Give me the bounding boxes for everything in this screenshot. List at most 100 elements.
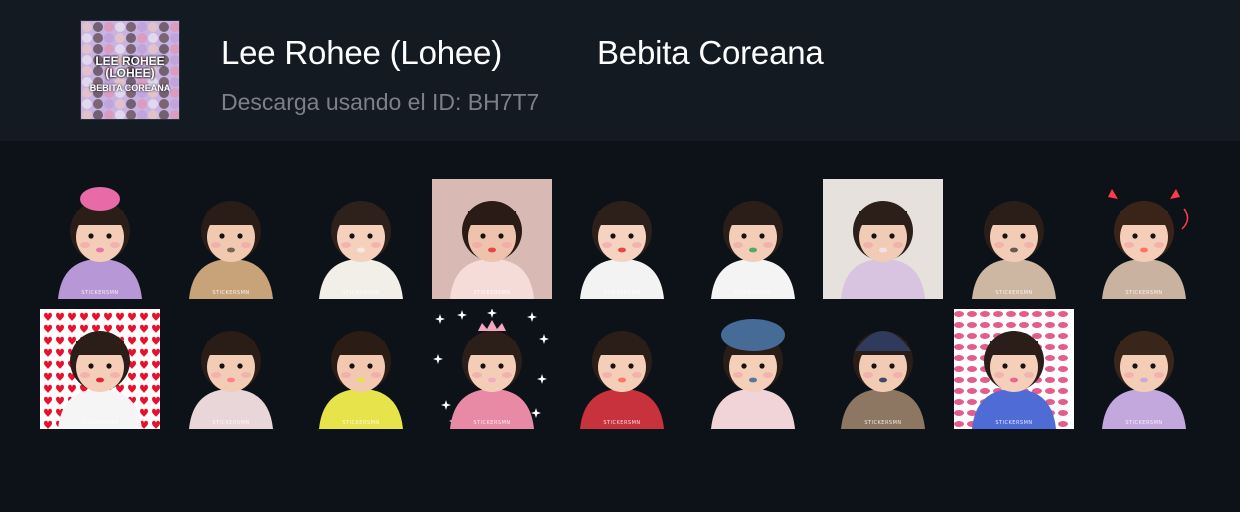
sticker-18-image <box>1102 331 1186 429</box>
sticker-5[interactable]: STICKERSMN <box>562 179 682 299</box>
thumbnail-mosaic-cell <box>115 110 125 119</box>
sticker-12[interactable]: STICKERSMN <box>301 309 421 429</box>
thumbnail-mosaic-cell <box>170 44 179 54</box>
sticker-watermark: STICKERSMN <box>81 290 119 296</box>
sticker-watermark: STICKERSMN <box>1125 290 1163 296</box>
sticker-8[interactable]: STICKERSMN <box>954 179 1074 299</box>
thumbnail-mosaic-cell <box>148 33 158 43</box>
thumbnail-mosaic-cell <box>104 110 114 119</box>
sticker-5-image <box>580 201 664 299</box>
sticker-watermark: STICKERSMN <box>212 290 250 296</box>
sticker-17-image <box>954 309 1074 429</box>
thumbnail-mosaic-cell <box>93 44 103 54</box>
thumbnail-mosaic-cell <box>104 44 114 54</box>
sticker-watermark: STICKERSMN <box>864 420 902 426</box>
sticker-6[interactable]: STICKERSMN <box>693 179 813 299</box>
thumbnail-mosaic-cell <box>126 110 136 119</box>
download-id-hint: Descarga usando el ID: BH7T7 <box>221 89 540 115</box>
thumbnail-mosaic-cell <box>126 99 136 109</box>
thumbnail-mosaic-cell <box>137 22 147 32</box>
sticker-16-image <box>841 331 925 429</box>
sticker-3-image <box>319 201 403 299</box>
thumbnail-mosaic-cell <box>148 110 158 119</box>
thumbnail-mosaic-cell <box>170 33 179 43</box>
thumbnail-mosaic-cell <box>148 99 158 109</box>
thumbnail-mosaic-cell <box>126 22 136 32</box>
thumbnail-mosaic-cell <box>170 99 179 109</box>
sticker-17[interactable]: STICKERSMN <box>954 309 1074 429</box>
sticker-18[interactable]: STICKERSMN <box>1084 309 1204 429</box>
sticker-watermark: STICKERSMN <box>1125 420 1163 426</box>
thumbnail-mosaic-cell <box>115 44 125 54</box>
pack-header: LEE ROHEE (LOHEE) BEBITA COREANA Lee Roh… <box>0 0 1240 141</box>
sticker-watermark: STICKERSMN <box>81 420 119 426</box>
sticker-8-image <box>972 201 1056 299</box>
pack-subtitle-title: Bebita Coreana <box>597 34 824 71</box>
thumbnail-mosaic-cell <box>93 110 103 119</box>
thumbnail-mosaic-cell <box>159 22 169 32</box>
sticker-16[interactable]: STICKERSMN <box>823 309 943 429</box>
sticker-watermark: STICKERSMN <box>603 420 641 426</box>
thumbnail-mosaic-cell <box>137 99 147 109</box>
sticker-watermark: STICKERSMN <box>603 290 641 296</box>
thumbnail-mosaic-cell <box>104 33 114 43</box>
sticker-watermark: STICKERSMN <box>212 420 250 426</box>
thumbnail-mosaic-cell <box>159 110 169 119</box>
sticker-15[interactable] <box>693 309 813 429</box>
thumbnail-mosaic-cell <box>115 99 125 109</box>
thumbnail-mosaic-cell <box>82 22 92 32</box>
thumbnail-mosaic-cell <box>137 110 147 119</box>
sticker-4[interactable]: STICKERSMN <box>432 179 552 299</box>
sticker-watermark: STICKERSMN <box>473 290 511 296</box>
thumbnail-mosaic-cell <box>93 33 103 43</box>
sticker-2-image <box>189 201 273 299</box>
sticker-6-image <box>711 201 795 299</box>
sticker-watermark: STICKERSMN <box>342 420 380 426</box>
thumbnail-mosaic-cell <box>115 33 125 43</box>
sticker-7-image <box>823 179 943 299</box>
thumbnail-mosaic-cell <box>82 33 92 43</box>
sticker-watermark: STICKERSMN <box>995 420 1033 426</box>
sticker-11[interactable]: STICKERSMN <box>171 309 291 429</box>
sticker-7[interactable] <box>823 179 943 299</box>
sticker-watermark: STICKERSMN <box>342 290 380 296</box>
thumbnail-mosaic-cell <box>126 44 136 54</box>
thumbnail-title: LEE ROHEE (LOHEE) <box>95 54 165 80</box>
pack-thumbnail[interactable]: LEE ROHEE (LOHEE) BEBITA COREANA <box>80 20 180 120</box>
thumbnail-subtitle: BEBITA COREANA <box>89 83 171 93</box>
sticker-15-image <box>711 319 795 429</box>
sticker-13[interactable]: STICKERSMN <box>432 309 552 429</box>
sticker-9[interactable]: STICKERSMN <box>1084 179 1204 299</box>
sticker-2[interactable]: STICKERSMN <box>171 179 291 299</box>
sticker-watermark: STICKERSMN <box>473 420 511 426</box>
sticker-10-image <box>40 309 160 429</box>
thumbnail-mosaic-cell <box>137 33 147 43</box>
sticker-watermark: STICKERSMN <box>995 290 1033 296</box>
sticker-13-image <box>432 309 552 429</box>
thumbnail-mosaic-cell <box>93 22 103 32</box>
thumbnail-mosaic-cell <box>159 44 169 54</box>
sticker-4-image <box>432 179 552 299</box>
sticker-3[interactable]: STICKERSMN <box>301 179 421 299</box>
thumbnail-mosaic-cell <box>82 99 92 109</box>
thumbnail-mosaic-cell <box>159 33 169 43</box>
thumbnail-mosaic-cell <box>159 99 169 109</box>
thumbnail-mosaic-cell <box>93 99 103 109</box>
thumbnail-mosaic-cell <box>104 22 114 32</box>
thumbnail-mosaic-cell <box>82 110 92 119</box>
thumbnail-mosaic-cell <box>148 44 158 54</box>
sticker-12-image <box>319 331 403 429</box>
thumbnail-mosaic-cell <box>126 33 136 43</box>
sticker-1-image <box>58 187 142 299</box>
thumbnail-mosaic-cell <box>115 22 125 32</box>
sticker-10[interactable]: STICKERSMN <box>40 309 160 429</box>
thumbnail-mosaic-cell <box>104 99 114 109</box>
thumbnail-mosaic-cell <box>82 44 92 54</box>
thumbnail-mosaic-cell <box>170 22 179 32</box>
sticker-14-image <box>580 331 664 429</box>
sticker-1[interactable]: STICKERSMN <box>40 179 160 299</box>
sticker-14[interactable]: STICKERSMN <box>562 309 682 429</box>
thumbnail-mosaic-cell <box>137 44 147 54</box>
sticker-watermark: STICKERSMN <box>734 290 772 296</box>
pack-title: Lee Rohee (Lohee) <box>221 34 502 71</box>
